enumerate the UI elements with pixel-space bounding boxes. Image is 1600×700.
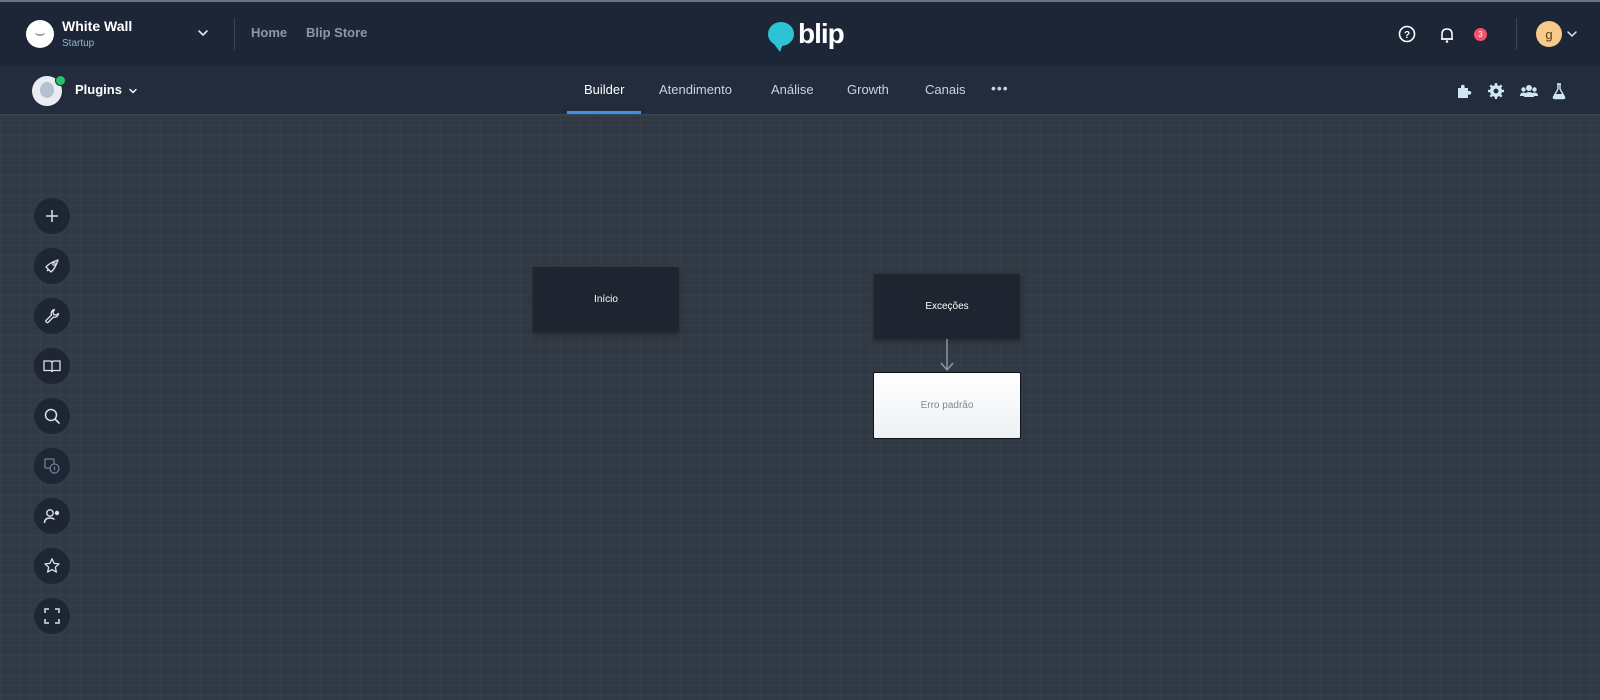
- start-block-title: Início: [594, 294, 618, 305]
- chevron-down-icon: [128, 88, 137, 94]
- svg-text:?: ?: [1404, 30, 1410, 41]
- fullscreen-button[interactable]: [34, 598, 70, 634]
- brand-bubble-icon: [768, 22, 794, 52]
- exceptions-block-title: Exceções: [925, 301, 969, 312]
- users-icon[interactable]: [1519, 82, 1539, 100]
- book-icon: [43, 360, 61, 373]
- org-plan: Startup: [62, 38, 95, 49]
- publish-button[interactable]: [34, 248, 70, 284]
- tab-builder[interactable]: Builder: [584, 82, 624, 97]
- divider: [234, 18, 235, 50]
- flask-icon[interactable]: [1551, 82, 1567, 100]
- tabs-more-button[interactable]: •••: [991, 80, 1009, 96]
- bot-name[interactable]: Plugins: [75, 82, 138, 97]
- tab-growth[interactable]: Growth: [847, 82, 889, 97]
- docs-button[interactable]: [34, 348, 70, 384]
- blip-store-link[interactable]: Blip Store: [306, 25, 367, 40]
- home-link[interactable]: Home: [251, 25, 287, 40]
- chevron-down-icon[interactable]: [196, 26, 210, 40]
- user-avatar[interactable]: g: [1536, 21, 1562, 47]
- bell-icon[interactable]: [1438, 26, 1456, 44]
- add-block-button[interactable]: [34, 198, 70, 234]
- config-button[interactable]: [34, 298, 70, 334]
- bot-name-label: Plugins: [75, 82, 122, 97]
- brand-text: blip: [798, 18, 845, 49]
- plus-icon: [46, 210, 58, 222]
- tab-canais[interactable]: Canais: [925, 82, 965, 97]
- rocket-icon: [45, 259, 59, 273]
- star-icon: [44, 558, 60, 573]
- org-logo[interactable]: [26, 20, 54, 48]
- online-status-dot: [55, 75, 66, 86]
- divider: [1516, 18, 1517, 50]
- notification-badge: 3: [1474, 28, 1487, 41]
- chevron-down-icon[interactable]: [1566, 28, 1578, 40]
- resources-button[interactable]: [34, 448, 70, 484]
- org-name[interactable]: White Wall: [62, 18, 132, 34]
- gear-icon[interactable]: [1487, 82, 1505, 100]
- builder-canvas[interactable]: [0, 115, 1600, 700]
- connector-arrow: [940, 339, 954, 372]
- default-error-block[interactable]: Erro padrão: [873, 372, 1021, 439]
- start-block[interactable]: Início: [533, 267, 679, 332]
- default-error-block-title: Erro padrão: [920, 400, 974, 411]
- tab-analise[interactable]: Análise: [771, 82, 814, 97]
- brand-logo[interactable]: blip: [768, 18, 845, 52]
- search-icon: [44, 408, 60, 424]
- fullscreen-icon: [44, 608, 60, 624]
- active-tab-indicator: [567, 111, 641, 114]
- puzzle-icon[interactable]: [1455, 82, 1473, 100]
- exceptions-block[interactable]: Exceções: [874, 274, 1020, 339]
- help-icon[interactable]: ?: [1398, 25, 1416, 43]
- search-button[interactable]: [34, 398, 70, 434]
- favorites-button[interactable]: [34, 548, 70, 584]
- tab-atendimento[interactable]: Atendimento: [659, 82, 732, 97]
- user-settings-icon: [43, 509, 60, 524]
- resources-icon: [44, 458, 60, 474]
- user-settings-button[interactable]: [34, 498, 70, 534]
- wrench-icon: [45, 308, 60, 324]
